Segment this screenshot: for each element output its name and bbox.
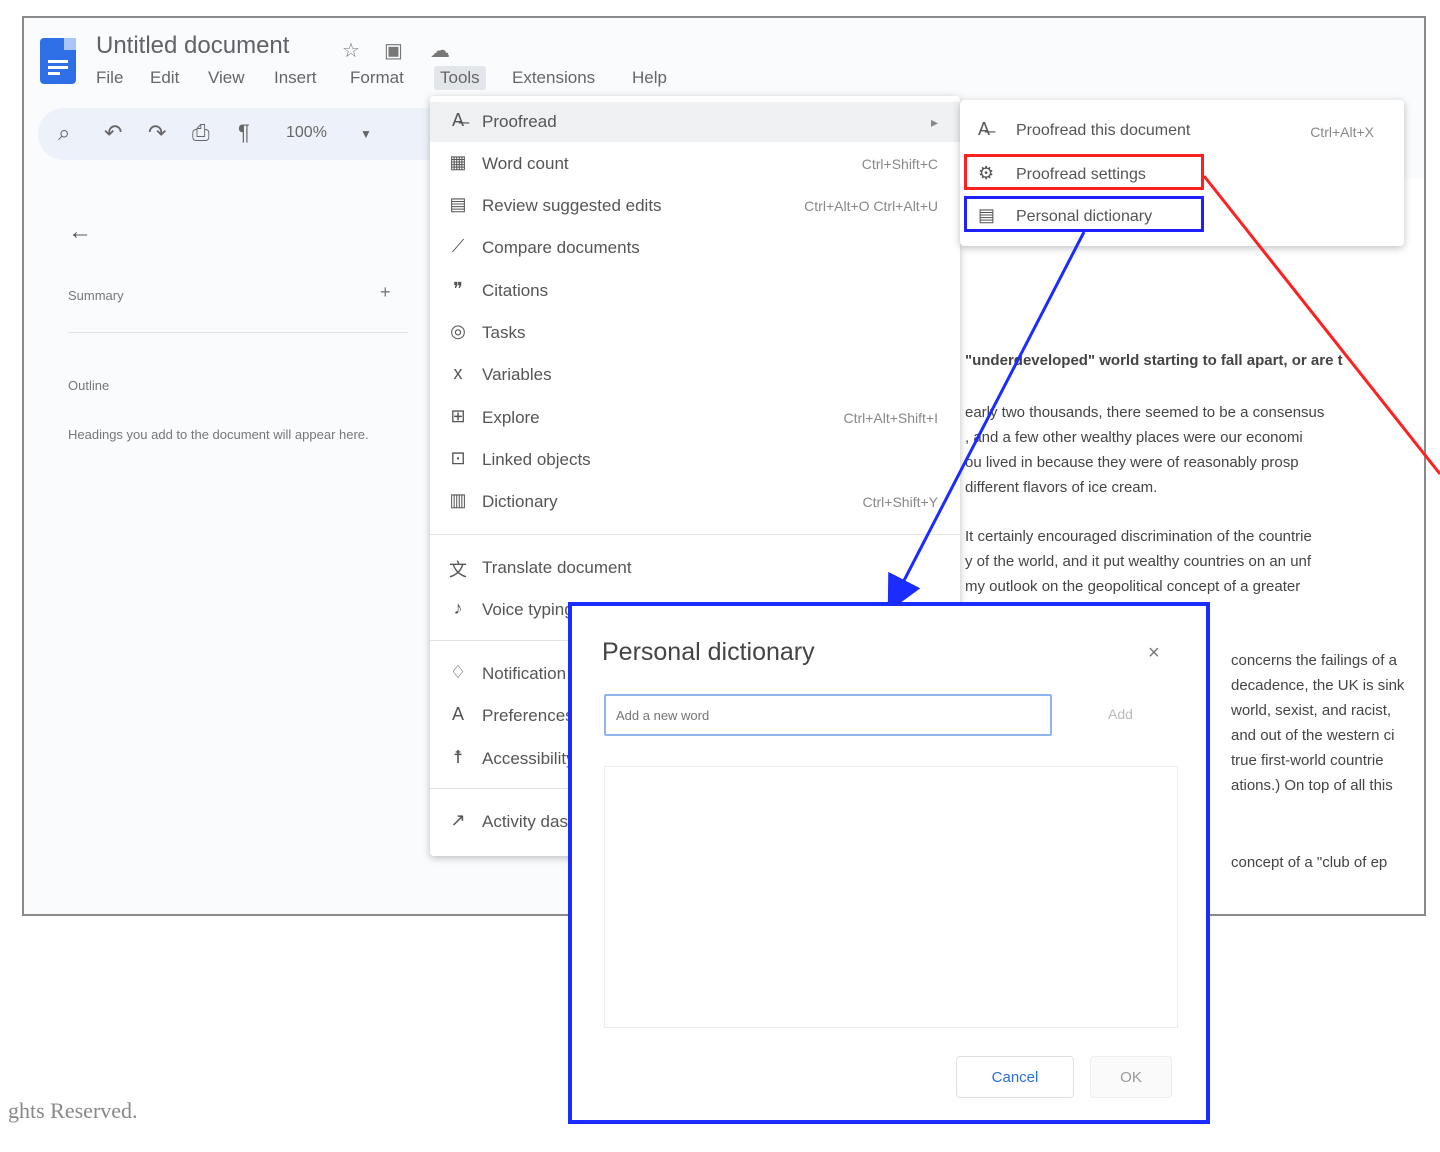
personal-dictionary-dialog: Personal dictionary × Add Cancel OK	[568, 602, 1210, 1124]
red-arrow-line	[1202, 175, 1440, 475]
add-word-button[interactable]: Add	[1108, 706, 1133, 722]
dialog-title: Personal dictionary	[602, 638, 815, 666]
blue-arrow-line	[887, 231, 1086, 612]
ok-button[interactable]: OK	[1090, 1056, 1172, 1098]
cancel-button[interactable]: Cancel	[956, 1056, 1074, 1098]
footer-copyright: ghts Reserved.	[8, 1098, 138, 1123]
close-icon[interactable]: ×	[1148, 642, 1160, 665]
dictionary-word-list[interactable]	[604, 766, 1178, 1028]
new-word-input[interactable]	[604, 694, 1052, 736]
